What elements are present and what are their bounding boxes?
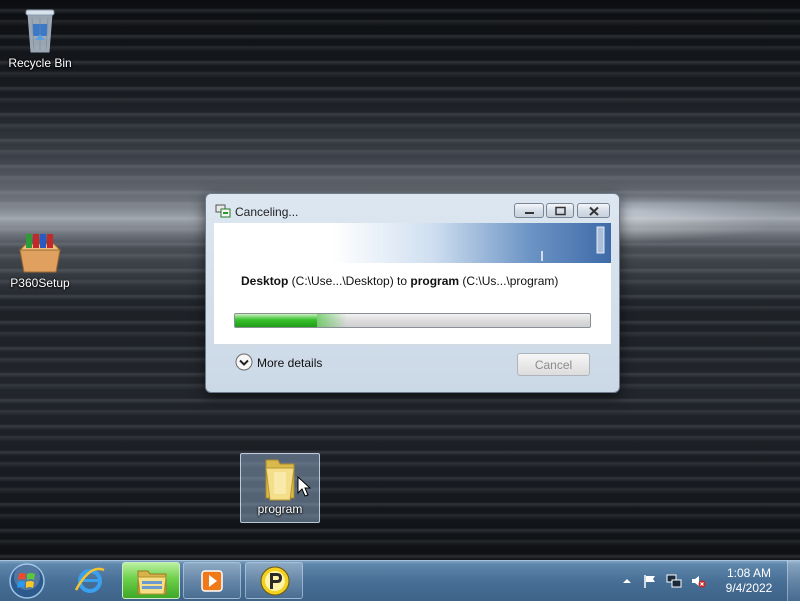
p360-icon xyxy=(260,566,290,596)
copy-progress-bar xyxy=(234,313,591,328)
desktop-icon-recycle-bin[interactable]: Recycle Bin xyxy=(4,6,76,70)
taskbar-windows-explorer[interactable] xyxy=(122,562,180,599)
system-tray: 1:08 AM 9/4/2022 xyxy=(615,561,800,601)
close-icon xyxy=(589,206,599,216)
dialog-footer: More details Cancel xyxy=(214,345,611,383)
mouse-cursor-icon xyxy=(297,476,311,497)
recycle-bin-label: Recycle Bin xyxy=(8,56,72,70)
source-name: Desktop xyxy=(241,274,289,288)
recycle-bin-icon xyxy=(25,9,55,53)
show-hidden-icons-chevron-up-icon[interactable] xyxy=(619,573,635,589)
show-desktop-button[interactable] xyxy=(787,561,800,601)
copy-description: Desktop (C:\Use...\Desktop) to program (… xyxy=(241,274,558,288)
destination-name: program xyxy=(410,274,460,288)
dialog-title: Canceling... xyxy=(235,205,299,219)
source-path: (C:\Use...\Desktop) xyxy=(288,274,398,288)
copy-files-icon xyxy=(215,204,231,218)
network-icon[interactable] xyxy=(666,573,682,589)
cancel-button[interactable]: Cancel xyxy=(517,353,590,376)
clock-date: 9/4/2022 xyxy=(725,581,773,595)
taskbar-p360[interactable] xyxy=(245,562,303,599)
program-label: program xyxy=(257,502,303,516)
progress-fill xyxy=(235,314,347,327)
clock[interactable]: 1:08 AM 9/4/2022 xyxy=(717,566,781,596)
desktop: Recycle Bin P360Setup program Canceling.… xyxy=(0,0,800,560)
more-details-label: More details xyxy=(257,356,323,370)
taskbar-windows-media-player[interactable] xyxy=(183,562,241,599)
maximize-button[interactable] xyxy=(546,203,574,218)
folder-icon xyxy=(265,459,295,501)
clock-time: 1:08 AM xyxy=(726,566,772,580)
banner-decoration xyxy=(541,226,605,261)
destination-path: (C:\Us...\program) xyxy=(459,274,559,288)
desktop-icon-p360setup[interactable]: P360Setup xyxy=(4,232,76,290)
maximize-icon xyxy=(555,206,566,216)
dialog-banner xyxy=(214,223,611,263)
minimize-button[interactable] xyxy=(514,203,544,218)
to-word: to xyxy=(397,274,411,288)
ie-icon xyxy=(74,567,105,593)
close-button[interactable] xyxy=(577,203,610,218)
copy-dialog: Canceling... Desktop (C:\Use...\Desktop)… xyxy=(205,193,620,393)
volume-muted-icon[interactable] xyxy=(690,573,706,589)
chevron-down-icon xyxy=(235,353,253,371)
media-player-icon xyxy=(201,570,223,592)
minimize-icon xyxy=(525,212,534,214)
folder-icon xyxy=(137,570,167,595)
dialog-content: Desktop (C:\Use...\Desktop) to program (… xyxy=(214,263,611,345)
taskbar-internet-explorer[interactable] xyxy=(62,562,118,599)
windows-orb-icon xyxy=(9,563,45,599)
start-button[interactable] xyxy=(6,561,48,601)
p360setup-label: P360Setup xyxy=(10,276,70,290)
package-icon xyxy=(18,234,62,273)
action-center-flag-icon[interactable] xyxy=(642,573,658,589)
taskbar: 1:08 AM 9/4/2022 xyxy=(0,560,800,601)
